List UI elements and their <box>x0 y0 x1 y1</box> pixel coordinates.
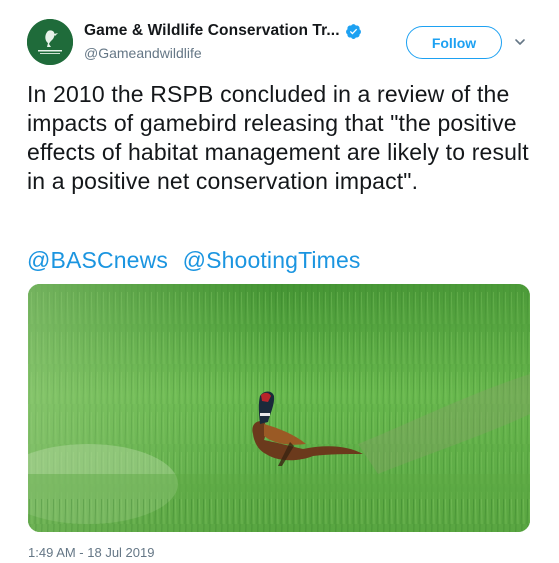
account-name-row: Game & Wildlife Conservation Tr... <box>84 22 362 40</box>
tweet-photo[interactable] <box>28 284 530 532</box>
gwct-logo-icon <box>27 19 73 65</box>
avatar[interactable] <box>27 19 73 65</box>
display-name[interactable]: Game & Wildlife Conservation Tr... <box>84 22 340 40</box>
tweet-card: Game & Wildlife Conservation Tr... @Game… <box>0 0 559 563</box>
account-handle[interactable]: @Gameandwildlife <box>84 45 202 61</box>
follow-button[interactable]: Follow <box>406 26 502 59</box>
chevron-down-icon[interactable] <box>514 36 526 48</box>
mention-link[interactable]: @ShootingTimes <box>183 247 361 273</box>
mention-link[interactable]: @BASCnews <box>27 247 168 273</box>
tweet-mentions: @BASCnews @ShootingTimes <box>27 246 361 275</box>
verified-badge-icon <box>345 23 362 40</box>
tweet-text: In 2010 the RSPB concluded in a review o… <box>27 81 529 194</box>
tweet-timestamp[interactable]: 1:49 AM - 18 Jul 2019 <box>28 545 154 560</box>
